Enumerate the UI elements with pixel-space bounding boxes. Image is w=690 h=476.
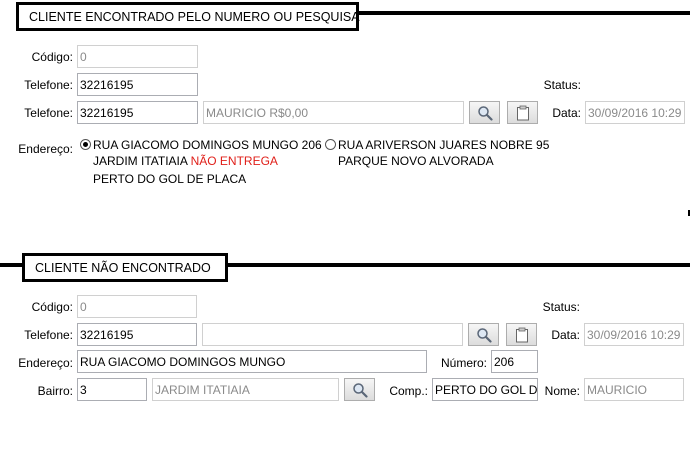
section1-title: CLIENTE ENCONTRADO PELO NUMERO OU PESQUI…: [16, 2, 360, 31]
telefone2-label: Telefone:: [24, 328, 73, 342]
address-option-1-line2: JARDIM ITATIAIA NÃO ENTREGA: [93, 153, 278, 169]
nome-label: Nome:: [544, 384, 580, 398]
no-delivery-alert: NÃO ENTREGA: [190, 154, 278, 168]
clipboard-icon: [515, 327, 528, 342]
search-button[interactable]: [469, 101, 500, 124]
data-field[interactable]: 30/09/2016 10:29: [585, 101, 685, 124]
endereco2-label: Endereço:: [18, 356, 73, 370]
address-option-1-radio[interactable]: [80, 139, 91, 150]
data2-label: Data:: [551, 328, 580, 342]
bairro-code-field[interactable]: 3: [77, 378, 147, 401]
address-option-1-line1[interactable]: RUA GIACOMO DOMINGOS MUNGO 206: [93, 137, 322, 153]
telefone-search-field[interactable]: 32216195: [77, 101, 198, 124]
cliente2-info-field[interactable]: [202, 323, 463, 346]
paste2-button[interactable]: [506, 323, 537, 346]
telefone2-field[interactable]: 32216195: [77, 323, 197, 346]
nome-field[interactable]: MAURICIO: [584, 378, 684, 401]
address-option-2-line2: PARQUE NOVO ALVORADA: [338, 154, 494, 168]
section1-divider: [350, 11, 690, 15]
numero-label: Número:: [440, 356, 487, 370]
telefone-search-label: Telefone:: [24, 106, 73, 120]
cliente-info-field[interactable]: MAURICIO R$0,00: [203, 101, 464, 124]
status-label: Status:: [543, 78, 581, 92]
comp-label: Comp.:: [389, 384, 428, 398]
magnifier-icon: [476, 327, 492, 343]
data-label: Data:: [552, 106, 581, 120]
paste-button[interactable]: [507, 101, 538, 124]
endereco-label: Endereço:: [18, 142, 73, 156]
magnifier-icon: [477, 105, 493, 121]
status2-label: Status:: [542, 300, 580, 314]
codigo-label: Código:: [31, 50, 73, 64]
telefone-label: Telefone:: [24, 78, 73, 92]
comp-field[interactable]: PERTO DO GOL DE: [432, 378, 538, 401]
magnifier-icon: [352, 382, 368, 398]
bairro-name-field[interactable]: JARDIM ITATIAIA: [152, 378, 339, 401]
codigo2-field[interactable]: 0: [77, 295, 197, 318]
telefone-field[interactable]: 32216195: [77, 73, 198, 96]
numero-field[interactable]: 206: [491, 350, 538, 373]
address-option-2-radio[interactable]: [325, 139, 336, 150]
section2-divider: [226, 263, 690, 267]
section2-title: CLIENTE NÃO ENCONTRADO: [22, 253, 228, 282]
bairro-label: Bairro:: [37, 384, 73, 398]
address-option-2-line1[interactable]: RUA ARIVERSON JUARES NOBRE 95: [338, 137, 549, 153]
codigo2-label: Código:: [31, 300, 73, 314]
codigo-field[interactable]: 0: [77, 45, 198, 68]
bairro-search-button[interactable]: [344, 378, 375, 401]
search2-button[interactable]: [468, 323, 499, 346]
data2-field[interactable]: 30/09/2016 10:29: [584, 323, 684, 346]
section2-left-tick: [0, 263, 22, 267]
clipboard-icon: [516, 105, 529, 120]
endereco2-field[interactable]: RUA GIACOMO DOMINGOS MUNGO: [77, 350, 427, 373]
address-option-1-bairro: JARDIM ITATIAIA: [93, 154, 191, 168]
address-option-1-line3: PERTO DO GOL DE PLACA: [93, 172, 247, 186]
